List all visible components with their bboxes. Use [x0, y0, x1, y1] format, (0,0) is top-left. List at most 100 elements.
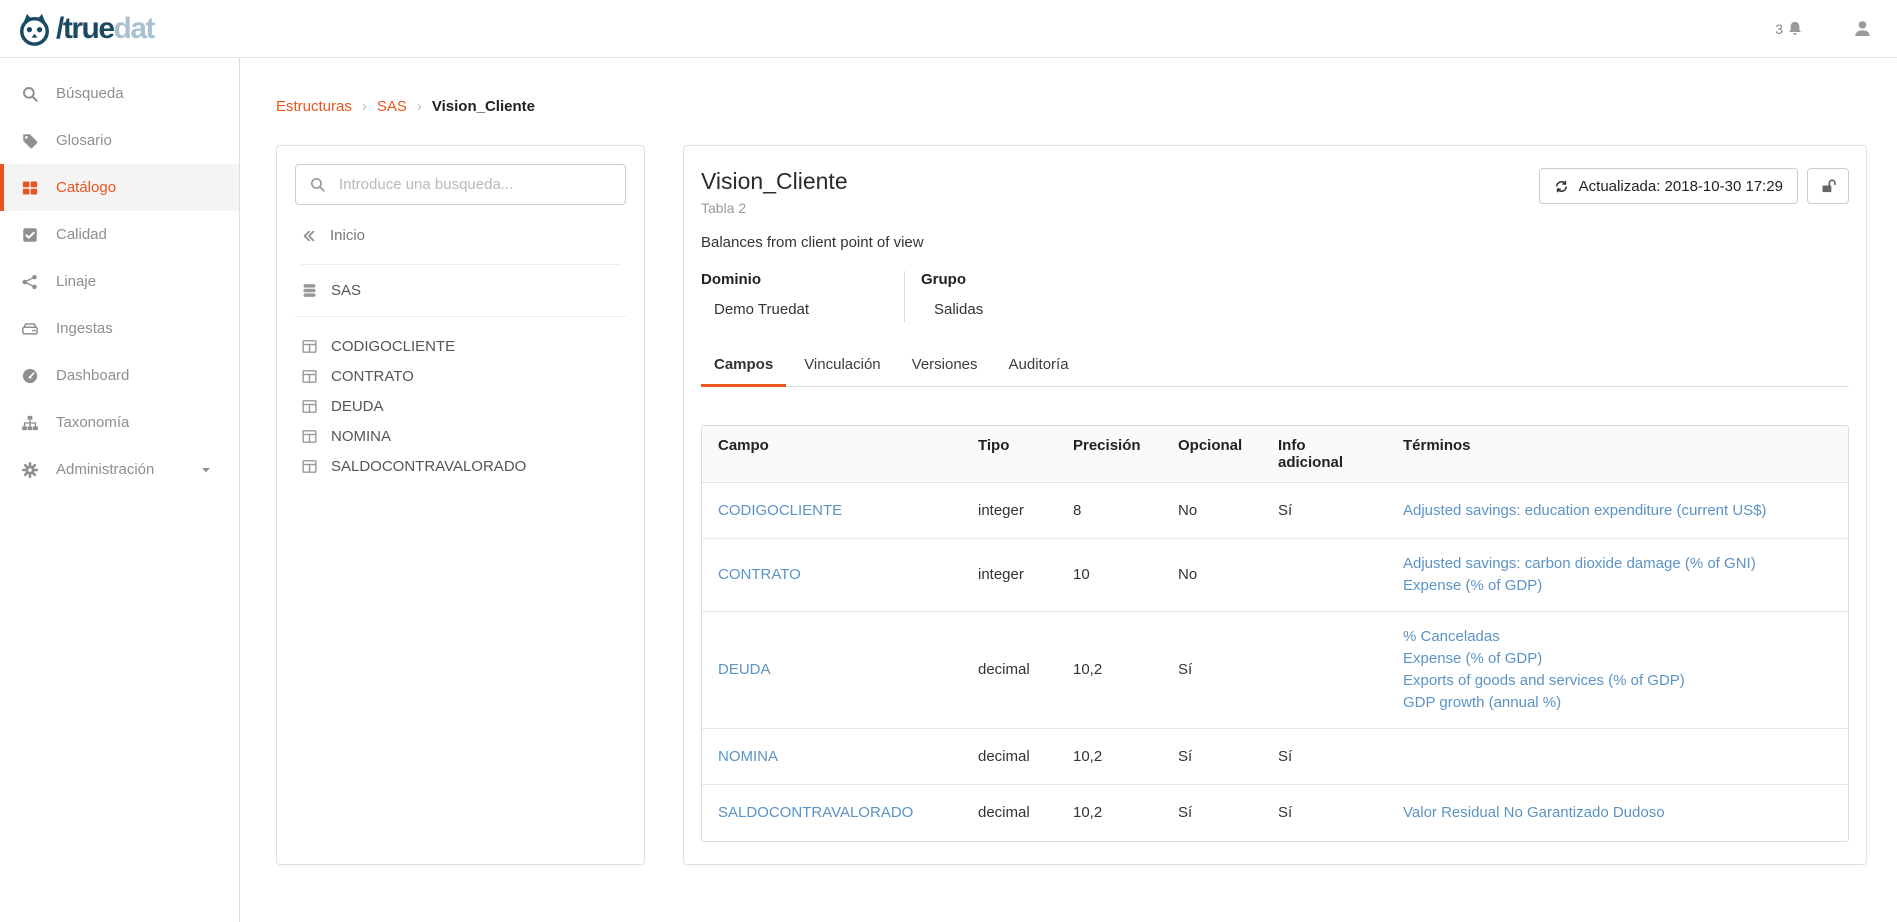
search-icon — [309, 176, 326, 193]
field-link[interactable]: CONTRATO — [718, 566, 801, 583]
field-extra-info — [1262, 656, 1387, 684]
main-area: Estructuras›SAS›Vision_Cliente Inicio — [240, 58, 1897, 922]
table-icon — [301, 398, 318, 415]
field-extra-info: Sí — [1262, 732, 1387, 782]
sidebar-item-catalogo[interactable]: Catálogo — [0, 164, 239, 211]
drive-icon — [21, 320, 39, 338]
group-value: Salidas — [921, 301, 1064, 318]
explorer-structure-list: CODIGOCLIENTECONTRATO DEUDA NOMINASALDOCON… — [295, 317, 626, 481]
term-link[interactable]: Adjusted savings: carbon dioxide damage … — [1403, 553, 1832, 575]
field-optional: Sí — [1162, 645, 1262, 695]
sidebar-item-label: Linaje — [56, 273, 96, 290]
field-link[interactable]: DEUDA — [718, 661, 771, 678]
term-link[interactable]: GDP growth (annual %) — [1403, 692, 1832, 714]
explorer-home-button[interactable]: Inicio — [301, 227, 620, 265]
tab-auditoria[interactable]: Auditoría — [996, 346, 1082, 386]
notifications-button[interactable]: 3 — [1775, 20, 1804, 38]
term-link[interactable]: Expense (% of GDP) — [1403, 648, 1832, 670]
structure-description: Balances from client point of view — [701, 234, 1849, 251]
table-icon — [301, 368, 318, 385]
fields-table-header: CampoTipoPrecisiónOpcionalInfo adicional… — [702, 426, 1848, 483]
structure-item-contrato[interactable]: CONTRATO — [301, 361, 620, 391]
sidebar-item-label: Calidad — [56, 226, 107, 243]
sitemap-icon — [21, 414, 39, 432]
sidebar-item-label: Búsqueda — [56, 85, 124, 102]
structure-meta: Dominio Demo Truedat Grupo Salidas — [701, 271, 1849, 322]
sidebar-item-label: Catálogo — [56, 179, 116, 196]
term-link[interactable]: % Canceladas — [1403, 626, 1832, 648]
logo-wordmark: /truedat — [56, 14, 154, 44]
field-precision: 10,2 — [1057, 732, 1162, 782]
field-link[interactable]: SALDOCONTRAVALORADO — [718, 804, 913, 821]
structure-item-codigocliente[interactable]: CODIGOCLIENTE — [301, 331, 620, 361]
column-header-tipo: Tipo — [962, 426, 1057, 482]
field-link[interactable]: NOMINA — [718, 748, 778, 765]
field-extra-info: Sí — [1262, 486, 1387, 536]
domain-value: Demo Truedat — [701, 301, 904, 318]
explorer-source-sas[interactable]: SAS — [295, 265, 626, 317]
structure-explorer-panel: Inicio SAS CODIGOCLIENTECONTRATO DEUDA NOM… — [276, 145, 645, 865]
refresh-updated-button[interactable]: Actualizada: 2018-10-30 17:29 — [1539, 168, 1798, 204]
sidebar-item-glosario[interactable]: Glosario — [0, 117, 239, 164]
column-header-precision: Precisión — [1057, 426, 1162, 482]
field-type: integer — [962, 550, 1057, 600]
breadcrumb-link-estructuras[interactable]: Estructuras — [276, 98, 352, 115]
explorer-search-box — [295, 164, 626, 205]
field-row-codigocliente: CODIGOCLIENTEinteger8NoSíAdjusted saving… — [702, 483, 1848, 539]
lock-toggle-button[interactable] — [1807, 168, 1849, 204]
angles-left-icon — [301, 228, 317, 244]
field-precision: 10,2 — [1057, 788, 1162, 838]
tab-versiones[interactable]: Versiones — [899, 346, 991, 386]
field-terms: Adjusted savings: carbon dioxide damage … — [1387, 539, 1848, 611]
term-link[interactable]: Adjusted savings: education expenditure … — [1403, 500, 1832, 522]
caret-down-icon — [199, 463, 213, 477]
field-optional: No — [1162, 486, 1262, 536]
sidebar-item-taxonomia[interactable]: Taxonomía — [0, 399, 239, 446]
field-terms: Valor Residual No Garantizado Dudoso — [1387, 788, 1848, 838]
term-link[interactable]: Expense (% of GDP) — [1403, 575, 1832, 597]
tab-campos[interactable]: Campos — [701, 346, 786, 386]
sidebar-item-label: Ingestas — [56, 320, 113, 337]
term-link[interactable]: Valor Residual No Garantizado Dudoso — [1403, 802, 1832, 824]
sidebar-item-busqueda[interactable]: Búsqueda — [0, 70, 239, 117]
breadcrumb: Estructuras›SAS›Vision_Cliente — [276, 98, 1867, 115]
sidebar-item-calidad[interactable]: Calidad — [0, 211, 239, 258]
sidebar-item-dashboard[interactable]: Dashboard — [0, 352, 239, 399]
breadcrumb-separator: › — [362, 98, 367, 115]
table-icon — [301, 458, 318, 475]
owl-icon — [16, 10, 53, 47]
field-terms: Adjusted savings: education expenditure … — [1387, 486, 1848, 536]
explorer-home-label: Inicio — [330, 227, 365, 244]
sidebar-item-linaje[interactable]: Linaje — [0, 258, 239, 305]
table-icon — [301, 338, 318, 355]
field-optional: Sí — [1162, 732, 1262, 782]
explorer-source-label: SAS — [331, 282, 361, 299]
structure-type: Tabla 2 — [701, 200, 848, 216]
field-precision: 10 — [1057, 550, 1162, 600]
field-link[interactable]: CODIGOCLIENTE — [718, 502, 842, 519]
structure-item-saldocontravalorado[interactable]: SALDOCONTRAVALORADO — [301, 451, 620, 481]
structure-detail-panel: Vision_Cliente Tabla 2 Actualizada: 2018… — [683, 145, 1867, 865]
field-row-nomina: NOMINAdecimal10,2SíSí — [702, 729, 1848, 785]
tab-vinculacion[interactable]: Vinculación — [791, 346, 893, 386]
tags-icon — [21, 132, 39, 150]
field-extra-info: Sí — [1262, 788, 1387, 838]
refresh-icon — [1554, 179, 1569, 194]
truedat-logo[interactable]: /truedat — [16, 10, 154, 47]
sidebar-item-ingestas[interactable]: Ingestas — [0, 305, 239, 352]
top-bar: /truedat 3 — [0, 0, 1897, 58]
explorer-search-input[interactable] — [337, 175, 612, 194]
structure-item-label: DEUDA — [331, 398, 384, 415]
term-link[interactable]: Exports of goods and services (% of GDP) — [1403, 670, 1832, 692]
structure-item-nomina[interactable]: NOMINA — [301, 421, 620, 451]
user-icon[interactable] — [1852, 18, 1873, 39]
fields-table-body: CODIGOCLIENTEinteger8NoSíAdjusted saving… — [702, 483, 1848, 841]
field-terms: % CanceladasExpense (% of GDP)Exports of… — [1387, 612, 1848, 728]
breadcrumb-link-sas[interactable]: SAS — [377, 98, 407, 115]
structure-item-deuda[interactable]: DEUDA — [301, 391, 620, 421]
sidebar-item-administracion[interactable]: Administración — [0, 446, 239, 493]
field-row-deuda: DEUDAdecimal10,2Sí% CanceladasExpense (%… — [702, 612, 1848, 729]
gear-icon — [21, 461, 39, 479]
fields-table: CampoTipoPrecisiónOpcionalInfo adicional… — [701, 425, 1849, 842]
check-square-icon — [21, 226, 39, 244]
